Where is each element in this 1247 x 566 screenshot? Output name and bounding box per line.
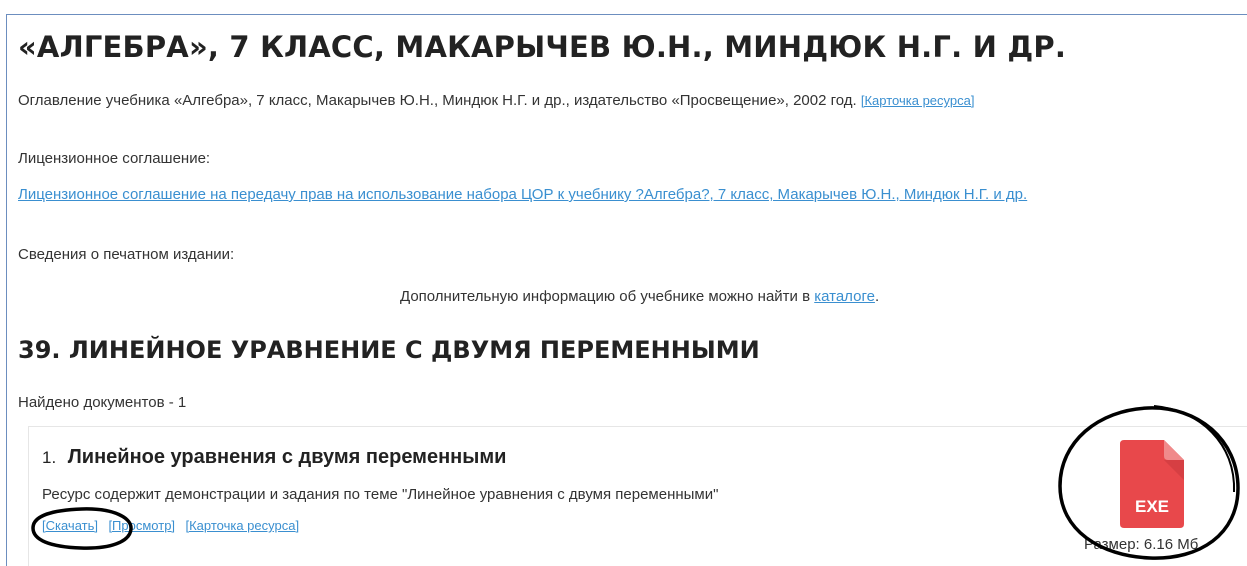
page-description: Оглавление учебника «Алгебра», 7 класс, … [18,92,974,109]
document-actions: [Скачать] [Просмотр] [Карточка ресурса] [42,517,305,535]
documents-found-count: Найдено документов - 1 [18,394,187,411]
document-name: Линейное уравнения с двумя переменными [67,446,507,468]
catalog-info-suffix: . [874,288,880,305]
catalog-link[interactable]: каталоге [814,288,875,305]
download-link[interactable]: [Скачать] [42,518,98,533]
catalog-info: Дополнительную информацию об учебнике мо… [400,288,879,305]
file-size: Размер: 6.16 Мб [1084,536,1199,553]
catalog-info-text: Дополнительную информацию об учебнике мо… [400,288,811,305]
license-label: Лицензионное соглашение: [18,150,211,167]
resource-card-link[interactable]: [Карточка ресурса] [861,93,975,108]
description-text: Оглавление учебника «Алгебра», 7 класс, … [18,92,857,109]
section-title: 39. ЛИНЕЙНОЕ УРАВНЕНИЕ С ДВУМЯ ПЕРЕМЕННЫ… [18,336,760,364]
license-link-wrapper: Лицензионное соглашение на передачу прав… [18,186,1027,203]
license-agreement-link[interactable]: Лицензионное соглашение на передачу прав… [18,186,1027,203]
document-title[interactable]: 1. Линейное уравнения с двумя переменным… [42,446,506,469]
document-description: Ресурс содержит демонстрации и задания п… [42,486,719,503]
print-edition-label: Сведения о печатном издании: [18,246,235,263]
file-type-label: EXE [1135,497,1169,516]
view-link[interactable]: [Просмотр] [108,518,175,533]
document-number: 1. [42,448,57,467]
document-card-link[interactable]: [Карточка ресурса] [185,518,299,533]
page-title: «АЛГЕБРА», 7 КЛАСС, МАКАРЫЧЕВ Ю.Н., МИНД… [18,30,1067,64]
file-icon-fold [1164,440,1184,460]
exe-file-icon[interactable]: EXE [1120,440,1184,528]
